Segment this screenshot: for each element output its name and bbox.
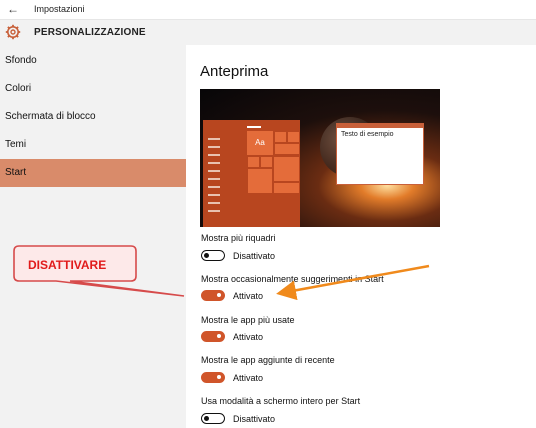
sidebar: Sfondo Colori Schermata di blocco Temi S…	[0, 45, 186, 428]
preview-start-menu: Aa	[203, 120, 300, 227]
page-title: PERSONALIZZAZIONE	[34, 27, 146, 38]
toggle-knob	[217, 334, 221, 338]
window-title: Impostazioni	[34, 4, 85, 14]
preview-tile	[274, 131, 287, 143]
annotation-label: DISATTIVARE	[28, 258, 107, 272]
sidebar-item-label: Schermata di blocco	[5, 111, 96, 122]
toggle-state-label: Attivato	[233, 373, 264, 383]
setting-label-full-screen-start: Usa modalità a schermo intero per Start	[201, 396, 361, 406]
section-heading: Anteprima	[200, 63, 269, 80]
sidebar-item-label: Temi	[5, 139, 27, 150]
toggle-state-label: Disattivato	[233, 414, 276, 424]
preview-app-list	[208, 138, 220, 214]
preview-tile	[274, 143, 300, 155]
toggle-suggestions[interactable]	[201, 290, 225, 301]
sidebar-item-temi[interactable]: Temi	[0, 131, 186, 159]
setting-label-recently-added-apps: Mostra le app aggiunte di recente	[201, 355, 335, 365]
preview-window: Testo di esempio	[336, 123, 424, 185]
preview-tile	[247, 156, 260, 168]
sidebar-item-label: Sfondo	[5, 55, 37, 66]
sidebar-item-colori[interactable]: Colori	[0, 75, 186, 103]
preview-tile	[273, 182, 300, 194]
gear-icon	[5, 24, 21, 40]
sidebar-item-start[interactable]: Start	[0, 159, 186, 187]
page-header: PERSONALIZZAZIONE	[0, 20, 536, 45]
main-content: Anteprima Aa Testo di esempio Mostra più…	[186, 45, 536, 428]
toggle-knob	[204, 415, 209, 421]
setting-label-most-used-apps: Mostra le app più usate	[201, 315, 295, 325]
preview-tile	[260, 156, 273, 168]
back-arrow-icon[interactable]: ←	[6, 2, 20, 16]
toggle-more-tiles[interactable]	[201, 250, 225, 261]
sidebar-item-sfondo[interactable]: Sfondo	[0, 47, 186, 75]
toggle-knob	[217, 375, 221, 379]
preview-tile	[287, 131, 300, 143]
sidebar-item-schermata-di-blocco[interactable]: Schermata di blocco	[0, 103, 186, 131]
preview-tile	[247, 168, 273, 194]
toggle-knob	[204, 252, 209, 258]
toggle-most-used-apps[interactable]	[201, 331, 225, 342]
toggle-state-label: Attivato	[233, 291, 264, 301]
preview-tile	[273, 156, 300, 182]
sidebar-item-label: Colori	[5, 83, 32, 94]
setting-label-suggestions: Mostra occasionalmente suggerimenti in S…	[201, 274, 384, 284]
preview-group-header	[247, 126, 261, 128]
toggle-recently-added-apps[interactable]	[201, 372, 225, 383]
preview-tile-aa: Aa	[247, 131, 273, 155]
setting-label-more-tiles: Mostra più riquadri	[201, 233, 276, 243]
start-preview-image: Aa Testo di esempio	[200, 89, 440, 227]
toggle-state-label: Attivato	[233, 332, 264, 342]
toggle-knob	[217, 293, 221, 297]
title-bar: ← Impostazioni	[0, 0, 536, 20]
sidebar-item-label: Start	[5, 167, 27, 178]
preview-window-text: Testo di esempio	[341, 131, 394, 138]
toggle-state-label: Disattivato	[233, 251, 276, 261]
toggle-full-screen-start[interactable]	[201, 413, 225, 424]
